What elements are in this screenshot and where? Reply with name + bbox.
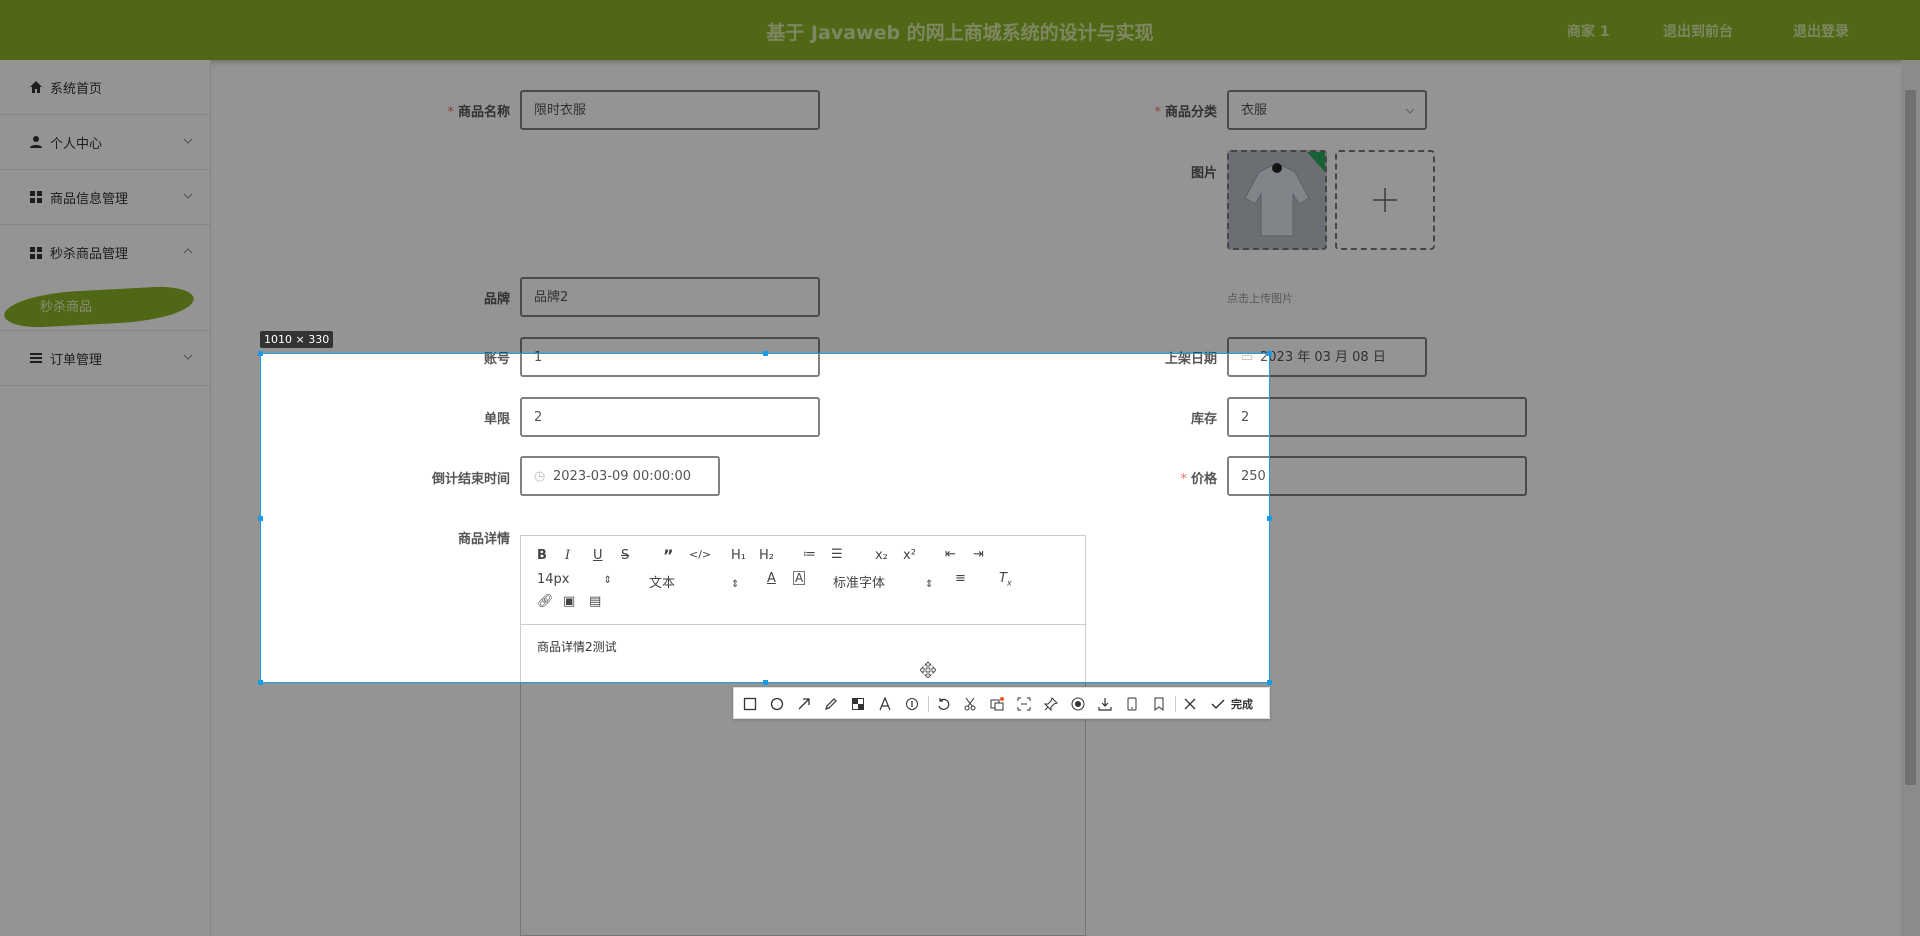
- resize-handle-e[interactable]: [1267, 516, 1272, 521]
- pen-tool-icon[interactable]: [823, 696, 839, 712]
- toolbar-separator: [928, 696, 929, 712]
- close-icon[interactable]: [1182, 696, 1198, 712]
- capture-selection[interactable]: [258, 351, 1272, 685]
- resize-handle-n[interactable]: [763, 351, 768, 356]
- mosaic-tool-icon[interactable]: [850, 696, 866, 712]
- download-icon[interactable]: [1097, 696, 1113, 712]
- capture-dim-left: [0, 353, 260, 683]
- capture-toolbar: 完成: [733, 687, 1270, 719]
- capture-dim-top: [0, 0, 1920, 353]
- resize-handle-w[interactable]: [258, 516, 263, 521]
- undo-icon[interactable]: [935, 696, 951, 712]
- bookmark-icon[interactable]: [1151, 696, 1167, 712]
- record-icon[interactable]: [1070, 696, 1086, 712]
- resize-handle-s[interactable]: [763, 680, 768, 685]
- done-button[interactable]: 完成: [1231, 696, 1253, 712]
- capture-dim-right: [1270, 353, 1920, 683]
- check-icon[interactable]: [1210, 696, 1226, 712]
- ocr-icon[interactable]: [1016, 696, 1032, 712]
- phone-icon[interactable]: [1124, 696, 1140, 712]
- resize-handle-se[interactable]: [1267, 680, 1272, 685]
- text-tool-icon[interactable]: [877, 696, 893, 712]
- translate-icon[interactable]: [989, 696, 1005, 712]
- toolbar-separator: [1175, 696, 1176, 712]
- arrow-tool-icon[interactable]: [796, 696, 812, 712]
- move-cursor-icon: [920, 662, 936, 678]
- resize-handle-ne[interactable]: [1267, 351, 1272, 356]
- scissors-icon[interactable]: [962, 696, 978, 712]
- capture-dim-bottom: [0, 683, 1920, 936]
- ellipse-tool-icon[interactable]: [769, 696, 785, 712]
- rectangle-tool-icon[interactable]: [742, 696, 758, 712]
- capture-size-label: 1010 × 330: [260, 331, 334, 348]
- resize-handle-sw[interactable]: [258, 680, 263, 685]
- pin-icon[interactable]: [1043, 696, 1059, 712]
- number-tool-icon[interactable]: [904, 696, 920, 712]
- resize-handle-nw[interactable]: [258, 351, 263, 356]
